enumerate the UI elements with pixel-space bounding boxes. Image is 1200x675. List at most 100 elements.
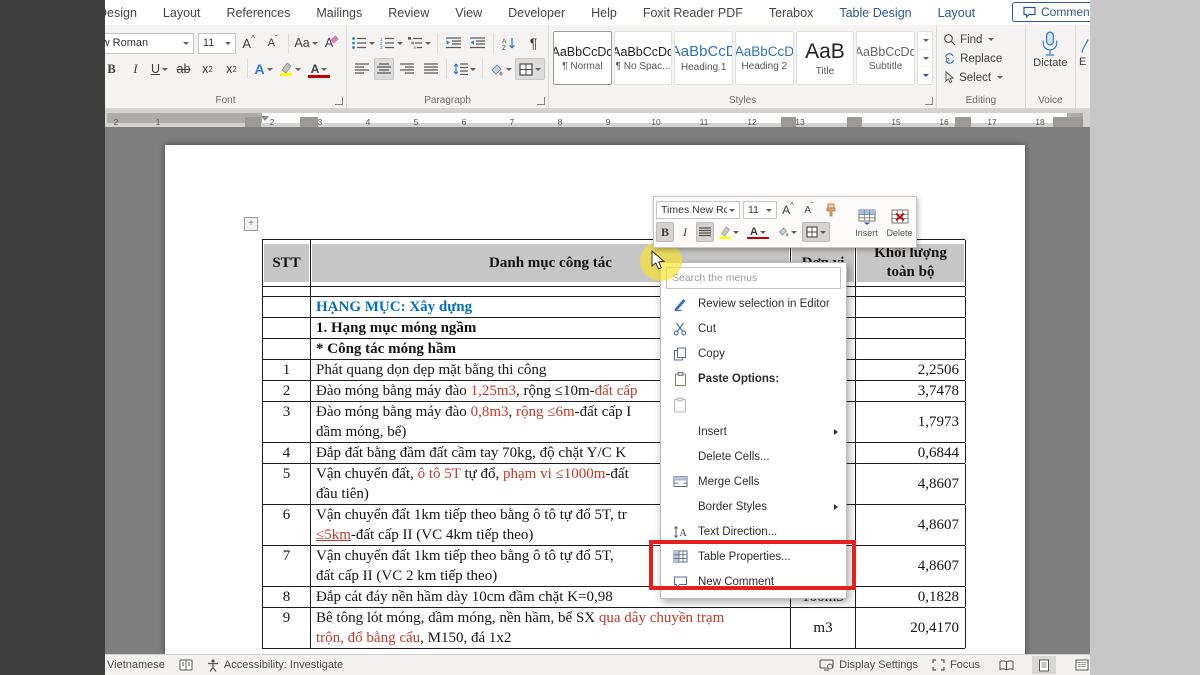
line-spacing-button[interactable] xyxy=(451,58,478,80)
shading-button[interactable] xyxy=(487,58,514,80)
superscript-button[interactable]: x2 xyxy=(220,58,243,80)
tab-layout-2[interactable]: Layout xyxy=(925,0,989,25)
style-subtitle[interactable]: AaBbCcDdSubtitle xyxy=(856,31,915,85)
mini-borders-button[interactable] xyxy=(802,222,830,242)
mini-italic-button[interactable]: I xyxy=(675,222,695,242)
table-section-row[interactable]: * Công tác móng hầm xyxy=(263,339,965,360)
highlight-color-button[interactable] xyxy=(276,58,304,80)
underline-button[interactable]: U xyxy=(148,58,171,80)
style-no-spac[interactable]: AaBbCcDd¶ No Spac... xyxy=(614,31,673,85)
tab-table-design[interactable]: Table Design xyxy=(826,0,924,25)
font-color-button[interactable]: A xyxy=(305,58,333,80)
change-case-button[interactable]: Aa xyxy=(293,32,319,54)
borders-button[interactable] xyxy=(515,58,545,80)
multilevel-list-button[interactable] xyxy=(406,32,433,54)
table-row[interactable]: 3Đào móng bằng máy đào 0,8m3, rộng ≤6m-đ… xyxy=(263,402,965,443)
tab-review[interactable]: Review xyxy=(375,0,442,25)
tab-developer[interactable]: Developer xyxy=(495,0,578,25)
replace-button[interactable]: b Replace xyxy=(940,49,1022,68)
document-area[interactable]: + STTDanh mục công tácĐơn vịKhối lượngto… xyxy=(105,127,1090,654)
menu-item-review-selection-in-editor[interactable]: Review selection in Editor xyxy=(661,291,846,316)
cell-stt[interactable]: 3 xyxy=(263,402,311,442)
mini-insert-button[interactable]: Insert xyxy=(850,197,883,247)
strikethrough-button[interactable]: ab xyxy=(172,58,195,80)
focus-button[interactable]: Focus xyxy=(932,659,980,671)
cell-qty[interactable]: 20,4170 xyxy=(856,608,966,648)
grow-font-button[interactable]: A^ xyxy=(237,32,260,54)
cell-qty[interactable]: 4,8607 xyxy=(856,505,966,545)
decrease-indent-button[interactable] xyxy=(442,32,465,54)
accessibility-status[interactable]: Accessibility: Investigate xyxy=(207,659,343,672)
cell-qty[interactable]: 4,8607 xyxy=(856,546,966,586)
mini-font-name-select[interactable]: Times New Roman xyxy=(656,201,740,219)
tab-help[interactable]: Help xyxy=(578,0,630,25)
table-row[interactable]: 5Vận chuyển đất, ô tô 5T tự đổ, phạm vi … xyxy=(263,464,965,505)
mini-font-color-button[interactable]: A xyxy=(744,222,772,242)
align-left-button[interactable] xyxy=(350,58,373,80)
menu-item-delete-cells[interactable]: Delete Cells... xyxy=(661,444,846,469)
table-row[interactable]: 8Đắp cát đáy nền hầm dày 10cm đầm chặt K… xyxy=(263,587,965,608)
table-section-row[interactable]: HẠNG MỤC: Xây dựng xyxy=(263,297,965,318)
shrink-font-button[interactable]: Aˇ xyxy=(261,32,284,54)
table-row[interactable]: 4Đắp đất bằng đầm đất cầm tay 70kg, độ c… xyxy=(263,443,965,464)
cell-qty[interactable]: 0,1828 xyxy=(856,587,966,607)
dictate-button[interactable]: Dictate xyxy=(1033,31,1067,69)
menu-item-cut[interactable]: Cut xyxy=(661,316,846,341)
align-center-button[interactable] xyxy=(374,58,394,80)
bold-button[interactable]: B xyxy=(105,58,123,80)
clear-formatting-button[interactable]: A xyxy=(320,32,343,54)
menu-item-insert[interactable]: Insert xyxy=(661,419,846,444)
mini-delete-button[interactable]: Delete xyxy=(883,197,916,247)
mini-font-size-select[interactable]: 11 xyxy=(743,201,777,219)
header-stt[interactable]: STT xyxy=(263,240,311,286)
cell-stt[interactable]: 9 xyxy=(263,608,311,648)
mini-align-button[interactable] xyxy=(696,222,714,242)
comment-button[interactable]: Comment xyxy=(1012,2,1090,22)
style-normal[interactable]: AaBbCcDd¶ Normal xyxy=(553,31,612,85)
styles-gallery-scroll[interactable] xyxy=(917,31,933,85)
cell-stt[interactable]: 4 xyxy=(263,443,311,463)
tab-design[interactable]: Design xyxy=(105,0,150,25)
font-dialog-launcher[interactable] xyxy=(335,97,343,105)
menu-search-input[interactable]: Search the menus xyxy=(666,267,841,289)
bullets-button[interactable] xyxy=(350,32,377,54)
tab-terabox[interactable]: Terabox xyxy=(756,0,826,25)
styles-dialog-launcher[interactable] xyxy=(925,97,933,105)
display-settings-button[interactable]: Display Settings xyxy=(819,659,918,671)
subscript-button[interactable]: x2 xyxy=(196,58,219,80)
font-size-select[interactable]: 11 xyxy=(198,33,236,54)
menu-item-paste-option[interactable] xyxy=(661,391,846,419)
text-effects-button[interactable]: A xyxy=(252,58,275,80)
table-row[interactable]: 1Phát quang dọn dẹp mặt bằng thi công2,2… xyxy=(263,360,965,381)
select-button[interactable]: Select xyxy=(940,68,1022,87)
paragraph-dialog-launcher[interactable] xyxy=(537,97,545,105)
mini-grow-font-button[interactable]: A^ xyxy=(778,200,798,220)
tab-layout[interactable]: Layout xyxy=(150,0,214,25)
tab-view[interactable]: View xyxy=(442,0,495,25)
cell-stt[interactable]: 8 xyxy=(263,587,311,607)
language-status[interactable]: Vietnamese xyxy=(107,659,165,671)
cell-stt[interactable]: 1 xyxy=(263,360,311,380)
menu-item-paste-options[interactable]: Paste Options: xyxy=(661,366,846,391)
document-table[interactable]: STTDanh mục công tácĐơn vịKhối lượngtoàn… xyxy=(262,239,965,649)
justify-button[interactable] xyxy=(419,58,442,80)
find-button[interactable]: Find xyxy=(940,30,1022,49)
cell-qty[interactable]: 2,2506 xyxy=(856,360,966,380)
style-title[interactable]: AaBTitle xyxy=(796,31,855,85)
print-layout-button[interactable] xyxy=(1032,656,1056,674)
show-formatting-button[interactable]: ¶ xyxy=(522,32,545,54)
indent-marker[interactable] xyxy=(261,116,269,121)
cell-stt[interactable]: 5 xyxy=(263,464,311,504)
table-section-row[interactable]: 1. Hạng mục móng ngầm xyxy=(263,318,965,339)
table-row[interactable]: 7Vận chuyển đất 1km tiếp theo bằng ô tô … xyxy=(263,546,965,587)
sort-button[interactable]: AZ xyxy=(498,32,521,54)
cell-unit[interactable]: m3 xyxy=(791,608,856,648)
table-select-handle[interactable]: + xyxy=(244,217,258,231)
cell-qty[interactable]: 4,8607 xyxy=(856,464,966,504)
increase-indent-button[interactable] xyxy=(466,32,489,54)
mini-shrink-font-button[interactable]: Aˇ xyxy=(799,200,819,220)
horizontal-ruler[interactable]: 21234567891011121315161718 xyxy=(105,109,1090,127)
format-painter-button[interactable] xyxy=(820,200,840,220)
web-layout-button[interactable] xyxy=(1070,656,1090,674)
style-heading-1[interactable]: AaBbCcDHeading 1 xyxy=(674,31,733,85)
